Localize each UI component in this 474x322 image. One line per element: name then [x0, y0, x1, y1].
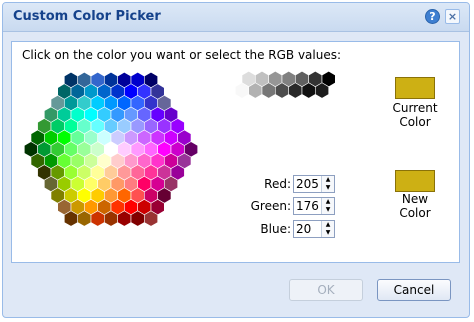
green-increment-button[interactable]: ▲: [321, 198, 334, 206]
current-color-swatch: [395, 77, 435, 99]
help-icon[interactable]: ?: [425, 9, 440, 24]
blue-label: Blue:: [260, 222, 291, 236]
red-input[interactable]: [294, 176, 324, 192]
red-spinner[interactable]: ▲ ▼: [293, 175, 335, 193]
red-label: Red:: [264, 177, 291, 191]
blue-increment-button[interactable]: ▲: [321, 221, 334, 229]
green-decrement-button[interactable]: ▼: [321, 206, 334, 214]
blue-spinner[interactable]: ▲ ▼: [293, 220, 335, 238]
red-increment-button[interactable]: ▲: [321, 176, 334, 184]
green-spinner[interactable]: ▲ ▼: [293, 197, 335, 215]
close-icon[interactable]: ×: [445, 9, 460, 24]
green-label: Green:: [250, 199, 291, 213]
title-bar: Custom Color Picker ? ×: [3, 3, 469, 32]
new-color-swatch: [395, 170, 435, 192]
blue-decrement-button[interactable]: ▼: [321, 229, 334, 237]
dialog-title: Custom Color Picker: [13, 9, 161, 24]
ok-button[interactable]: OK: [289, 279, 363, 301]
picker-panel: Click on the color you want or select th…: [11, 41, 460, 263]
new-color-label: New Color: [399, 192, 431, 220]
green-input[interactable]: [294, 198, 324, 214]
cancel-button[interactable]: Cancel: [377, 279, 451, 301]
custom-color-picker-dialog: Custom Color Picker ? × Click on the col…: [2, 2, 470, 318]
blue-input[interactable]: [294, 221, 324, 237]
current-color-label: Current Color: [392, 101, 438, 129]
red-decrement-button[interactable]: ▼: [321, 184, 334, 192]
